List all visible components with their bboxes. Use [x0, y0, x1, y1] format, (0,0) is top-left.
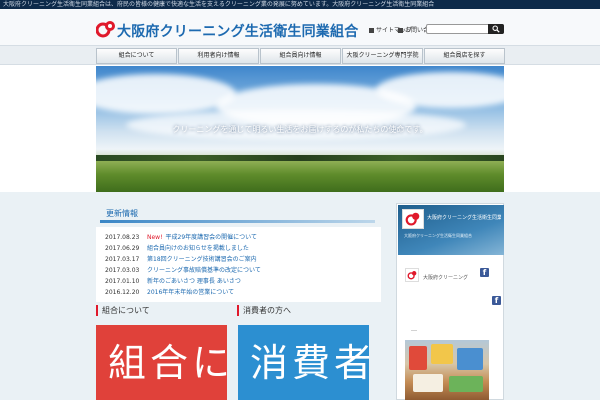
news-section: 更新情報 2017.08.23 New! 平成29年度講習会の開催について 201…: [96, 206, 381, 302]
post-facebook-icon[interactable]: f: [492, 296, 501, 305]
new-badge: New!: [147, 234, 163, 241]
post-more-dots[interactable]: …: [411, 326, 417, 333]
tree-line: [96, 155, 504, 161]
photo-item: [409, 346, 427, 370]
news-divider: [100, 220, 375, 223]
hero-banner: クリーニングを通じて明るい生活をお届けするのが私たちの使命です。: [96, 66, 504, 192]
news-item: 2017.03.03 クリーニング事故賠償基準の改定について: [96, 265, 381, 276]
news-link[interactable]: 新年のごあいさつ 理事長 あいさつ: [147, 276, 377, 287]
nav-about[interactable]: 組合について: [96, 48, 177, 64]
hero-tagline: クリーニングを通じて明るい生活をお届けするのが私たちの使命です。: [172, 125, 428, 134]
search-box: [426, 24, 504, 34]
news-link[interactable]: New! 平成29年度講習会の開催について: [147, 232, 377, 243]
news-link[interactable]: 2016年年末年始の営業について: [147, 287, 377, 298]
news-link[interactable]: 第18回クリーニング技術講習会のご案内: [147, 254, 377, 265]
about-banner[interactable]: 組合に: [96, 325, 227, 400]
square-bullet-icon: [369, 28, 374, 33]
heading-bar: [237, 305, 239, 316]
photo-item: [457, 348, 483, 370]
news-link[interactable]: 組合員向けのお知らせを掲載しました: [147, 243, 377, 254]
global-nav: 組合について 利用者向け情報 組合員向け情報 大阪クリーニング専門学院 組合員店…: [0, 45, 600, 65]
news-item: 2017.01.10 新年のごあいさつ 理事長 あいさつ: [96, 276, 381, 287]
heading-bar: [96, 305, 98, 316]
news-date: 2017.08.23: [105, 234, 140, 241]
facebook-icon[interactable]: f: [480, 268, 489, 277]
logo-icon[interactable]: [96, 20, 116, 38]
consumer-heading: 消費者の方へ: [237, 305, 291, 317]
news-date: 2017.03.03: [105, 267, 140, 274]
news-link[interactable]: クリーニング事故賠償基準の改定について: [147, 265, 377, 276]
top-info-bar: 大阪府クリーニング生活衛生同業組合は、府民の皆様の健康で快適な生活を支えるクリー…: [0, 0, 600, 9]
nav-find-store[interactable]: 組合員店を探す: [424, 48, 505, 64]
facebook-avatar: [402, 209, 424, 229]
search-button[interactable]: [488, 24, 504, 34]
cloud: [96, 74, 236, 114]
site-title[interactable]: 大阪府クリーニング生活衛生同業組合: [117, 21, 358, 41]
news-item: 2017.08.23 New! 平成29年度講習会の開催について: [96, 232, 381, 243]
news-item: 2016.12.20 2016年年末年始の営業について: [96, 287, 381, 298]
consumer-banner[interactable]: 消費者: [238, 325, 369, 400]
facebook-cover-subtitle: 大阪府クリーニング生活衛生同業組合: [404, 233, 472, 238]
nav-school[interactable]: 大阪クリーニング専門学院: [342, 48, 423, 64]
square-bullet-icon: [398, 28, 403, 33]
site-header: 大阪府クリーニング生活衛生同業組合 サイトマップ お問い合わせ: [0, 9, 600, 45]
about-banner-text: 組合に: [108, 341, 227, 385]
top-info-text: 大阪府クリーニング生活衛生同業組合は、府民の皆様の健康で快適な生活を支えるクリー…: [3, 1, 435, 8]
news-item: 2017.06.29 組合員向けのお知らせを掲載しました: [96, 243, 381, 254]
news-date: 2017.03.17: [105, 256, 140, 263]
search-icon: [492, 25, 500, 33]
search-input[interactable]: [429, 25, 487, 33]
post-photo[interactable]: [405, 340, 489, 400]
nav-members[interactable]: 組合員向け情報: [260, 48, 341, 64]
photo-item: [449, 376, 483, 392]
post-author[interactable]: 大阪府クリーニング: [423, 274, 475, 281]
news-date: 2017.06.29: [105, 245, 140, 252]
news-date: 2017.01.10: [105, 278, 140, 285]
news-item: 2017.03.17 第18回クリーニング技術講習会のご案内: [96, 254, 381, 265]
post-avatar: [405, 268, 419, 282]
facebook-page-name: 大阪府クリーニング生活衛生同業組合: [427, 215, 501, 221]
facebook-cover[interactable]: 大阪府クリーニング生活衛生同業組合 大阪府クリーニング生活衛生同業組合: [398, 205, 504, 255]
news-date: 2016.12.20: [105, 289, 140, 296]
photo-item: [413, 374, 443, 392]
nav-users[interactable]: 利用者向け情報: [178, 48, 259, 64]
about-heading: 組合について: [96, 305, 150, 317]
news-list: 2017.08.23 New! 平成29年度講習会の開催について 2017.06.…: [96, 227, 381, 302]
consumer-banner-text: 消費者: [250, 341, 369, 385]
news-heading: 更新情報: [106, 209, 138, 218]
photo-item: [431, 344, 453, 364]
